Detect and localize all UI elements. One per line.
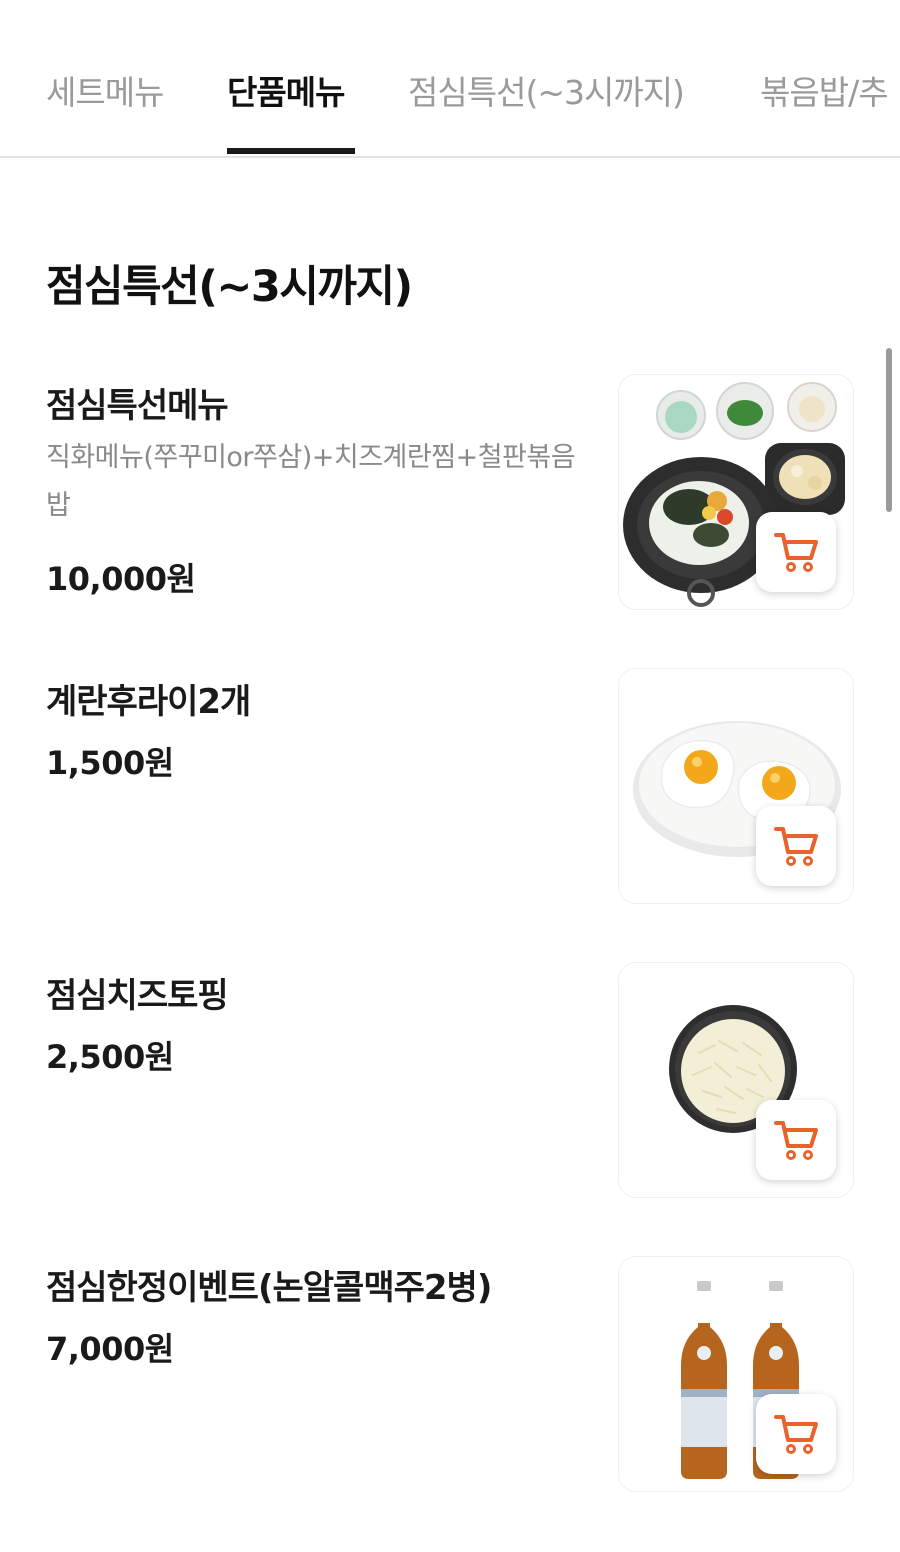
add-to-cart-button[interactable] [756,806,836,886]
menu-item[interactable]: 점심한정이벤트(논알콜맥주2병) 7,000원 [0,1256,900,1496]
add-to-cart-button[interactable] [756,512,836,592]
item-price: 7,000원 [46,1330,174,1368]
item-name: 점심특선메뉴 [46,386,229,426]
item-image[interactable] [618,962,854,1198]
item-name: 점심한정이벤트(논알콜맥주2병) [46,1268,492,1308]
menu-item[interactable]: 계란후라이2개 1,500원 [0,668,900,908]
item-name: 점심치즈토핑 [46,976,229,1016]
tab-lunch-special[interactable]: 점심특선(~3시까지) [408,66,685,114]
item-image[interactable] [618,374,854,610]
category-tab-bar: 세트메뉴 단품메뉴 점심특선(~3시까지) 볶음밥/추 [0,0,900,158]
active-tab-indicator [227,148,355,154]
item-image[interactable] [618,668,854,904]
menu-item[interactable]: 점심치즈토핑 2,500원 [0,962,900,1202]
cart-icon [774,1415,818,1454]
tab-single-menu[interactable]: 단품메뉴 [227,66,345,114]
item-image[interactable] [618,1256,854,1492]
item-description: 직화메뉴(쭈꾸미or쭈삼)+치즈계란찜+철판볶음밥 [46,442,576,521]
item-price: 10,000원 [46,560,196,598]
add-to-cart-button[interactable] [756,1100,836,1180]
tab-fried-rice[interactable]: 볶음밥/추 [760,66,889,114]
cart-icon [774,1121,818,1160]
item-price: 1,500원 [46,744,174,782]
tab-set-menu[interactable]: 세트메뉴 [46,66,164,114]
menu-item[interactable]: 점심특선메뉴 직화메뉴(쭈꾸미or쭈삼)+치즈계란찜+철판볶음밥 10,000원 [0,360,900,630]
section-title: 점심특선(~3시까지) [46,262,413,312]
item-name: 계란후라이2개 [46,682,251,722]
add-to-cart-button[interactable] [756,1394,836,1474]
item-price: 2,500원 [46,1038,174,1076]
cart-icon [774,533,818,572]
cart-icon [774,827,818,866]
